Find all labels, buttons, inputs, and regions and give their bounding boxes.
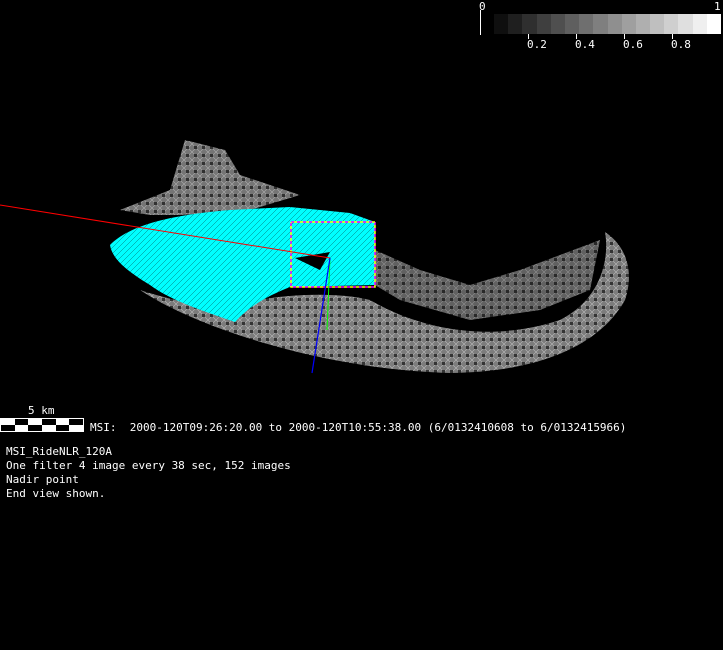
colorbar-step xyxy=(536,14,551,34)
scale-bar xyxy=(0,418,84,432)
colorbar-max-label: 1 xyxy=(714,0,721,13)
colorbar-step xyxy=(494,14,509,34)
asteroid-upper-mesh xyxy=(120,140,300,215)
asteroid-3d-view[interactable] xyxy=(0,0,723,650)
sequence-description: One filter 4 image every 38 sec, 152 ima… xyxy=(6,459,291,472)
colorbar-step xyxy=(664,14,679,34)
colorbar-step xyxy=(678,14,693,34)
time-range-text: MSI: 2000-120T09:26:20.00 to 2000-120T10… xyxy=(90,421,627,434)
pointing-mode: Nadir point xyxy=(6,473,79,486)
colorbar-step xyxy=(550,14,565,34)
scale-bar-cell xyxy=(28,425,42,431)
colorbar-step xyxy=(607,14,622,34)
scale-bar-cell xyxy=(69,425,83,431)
colorbar-left-axis xyxy=(480,10,481,35)
colorbar-step xyxy=(635,14,651,34)
colorbar-step xyxy=(692,14,707,34)
colorbar-step xyxy=(621,14,636,34)
sequence-name: MSI_RideNLR_120A xyxy=(6,445,112,458)
scale-bar-label: 5 km xyxy=(28,404,55,417)
colorbar-step xyxy=(564,14,580,34)
colorbar-gradient xyxy=(494,14,721,34)
colorbar-tick-label: 0.4 xyxy=(575,38,595,51)
colorbar-step xyxy=(579,14,594,34)
asteroid-mid-mesh xyxy=(375,240,600,320)
scale-bar-cell xyxy=(42,425,56,431)
scale-bar-cell xyxy=(55,425,70,431)
colorbar-step xyxy=(508,14,523,34)
view-note: End view shown. xyxy=(6,487,106,500)
scale-bar-cell xyxy=(14,425,29,431)
colorbar-tick-label: 0.8 xyxy=(671,38,691,51)
scale-bar-cell xyxy=(1,425,15,431)
colorbar-step xyxy=(522,14,537,34)
colorbar-step xyxy=(706,14,721,34)
colorbar-step xyxy=(650,14,665,34)
colorbar-min-label: 0 xyxy=(479,0,486,13)
colorbar-tick-label: 0.2 xyxy=(527,38,547,51)
colorbar-step xyxy=(593,14,608,34)
colorbar-tick-label: 0.6 xyxy=(623,38,643,51)
